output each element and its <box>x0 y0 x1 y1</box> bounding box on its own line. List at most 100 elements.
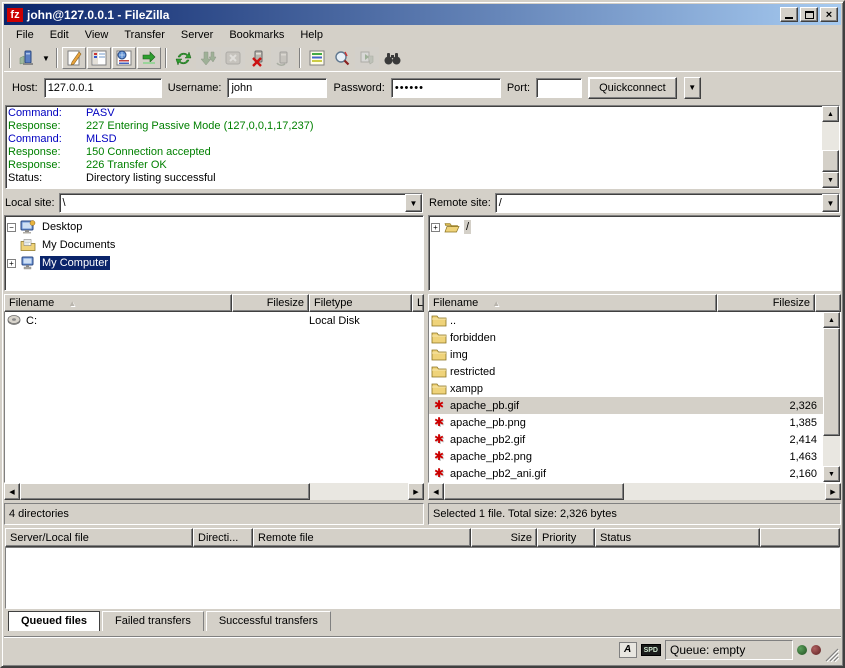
tree-item-root[interactable]: + / <box>431 218 838 236</box>
scroll-left-button[interactable]: ◀ <box>428 483 444 500</box>
scroll-thumb[interactable] <box>444 483 624 500</box>
toggle-remote-tree-button[interactable] <box>112 47 136 69</box>
menu-bookmarks[interactable]: Bookmarks <box>221 27 292 43</box>
local-file-row[interactable]: C: Local Disk <box>5 312 423 329</box>
expand-icon[interactable]: + <box>431 223 440 232</box>
scroll-up-button[interactable]: ▲ <box>823 312 840 328</box>
expand-icon[interactable]: + <box>7 259 16 268</box>
remote-tree-icon <box>116 50 132 66</box>
site-manager-button[interactable] <box>15 47 39 69</box>
remote-file-row[interactable]: restricted <box>429 363 823 380</box>
disconnect-button[interactable] <box>246 47 270 69</box>
tab-queued-files[interactable]: Queued files <box>8 611 100 631</box>
remote-site-combobox[interactable]: / ▼ <box>495 193 840 213</box>
port-input[interactable] <box>536 78 582 98</box>
menu-transfer[interactable]: Transfer <box>116 27 173 43</box>
title-bar[interactable]: fz john@127.0.0.1 - FileZilla × <box>4 4 841 25</box>
queue-status-text: Queue: empty <box>665 640 793 660</box>
log-line: Command:MLSD <box>8 133 820 146</box>
find-files-button[interactable] <box>380 47 404 69</box>
remote-horizontal-scrollbar[interactable]: ◀ ▶ <box>428 483 841 500</box>
speed-limit-indicator-icon[interactable]: SPD <box>641 644 661 656</box>
scroll-down-button[interactable]: ▼ <box>823 466 840 482</box>
chevron-down-icon: ▼ <box>410 199 418 208</box>
queue-list[interactable] <box>5 547 840 609</box>
remote-file-row[interactable]: ✱ apache_pb.png 1,385 <box>429 414 823 431</box>
menu-edit[interactable]: Edit <box>42 27 77 43</box>
column-header-filetype[interactable]: Filetype <box>309 294 412 312</box>
maximize-button[interactable] <box>800 7 818 22</box>
password-input[interactable] <box>391 78 501 98</box>
column-header-filename[interactable]: Filename▲ <box>428 294 717 312</box>
scroll-right-button[interactable]: ▶ <box>825 483 841 500</box>
scroll-down-button[interactable]: ▼ <box>822 172 839 188</box>
toggle-queue-button[interactable] <box>137 47 161 69</box>
local-site-combobox[interactable]: \ ▼ <box>59 193 423 213</box>
quickconnect-button[interactable]: Quickconnect <box>588 77 677 99</box>
local-site-dropdown[interactable]: ▼ <box>405 194 422 212</box>
remote-file-row[interactable]: ✱ apache_pb2.png 1,463 <box>429 448 823 465</box>
remote-file-row[interactable]: ✱ apache_pb2.gif 2,414 <box>429 431 823 448</box>
tab-successful-transfers[interactable]: Successful transfers <box>206 611 331 631</box>
collapse-icon[interactable]: − <box>7 223 16 232</box>
tree-item-my-computer[interactable]: + My Computer <box>7 254 421 272</box>
column-header-filesize[interactable]: Filesize <box>717 294 815 312</box>
process-queue-button[interactable] <box>196 47 220 69</box>
close-icon: × <box>826 10 832 20</box>
message-log-lines: Command:PASV Response:227 Entering Passi… <box>6 106 822 188</box>
remote-file-row[interactable]: xampp <box>429 380 823 397</box>
local-status-text: 4 directories <box>4 503 424 525</box>
site-manager-icon <box>19 50 36 67</box>
remote-file-row[interactable]: .. <box>429 312 823 329</box>
refresh-button[interactable] <box>171 47 195 69</box>
remote-vertical-scrollbar[interactable]: ▲ ▼ <box>823 312 840 482</box>
close-button[interactable]: × <box>820 7 838 22</box>
datatype-indicator-icon[interactable]: A <box>619 642 637 658</box>
remote-file-row-selected[interactable]: ✱ apache_pb.gif 2,326 <box>429 397 823 414</box>
scroll-thumb[interactable] <box>822 150 839 172</box>
local-horizontal-scrollbar[interactable]: ◀ ▶ <box>4 483 424 500</box>
column-header-filesize[interactable]: Filesize <box>232 294 309 312</box>
resize-grip[interactable] <box>825 648 839 662</box>
menu-server[interactable]: Server <box>173 27 221 43</box>
host-input[interactable] <box>44 78 162 98</box>
remote-file-row[interactable]: img <box>429 346 823 363</box>
directory-comparison-button[interactable] <box>330 47 354 69</box>
menu-view[interactable]: View <box>77 27 117 43</box>
remote-site-dropdown[interactable]: ▼ <box>822 194 839 212</box>
site-manager-dropdown[interactable]: ▼ <box>40 47 52 69</box>
cancel-operation-button[interactable] <box>221 47 245 69</box>
minimize-button[interactable] <box>780 7 798 22</box>
local-site-label: Local site: <box>5 197 55 209</box>
quickconnect-dropdown[interactable]: ▼ <box>684 77 701 99</box>
scroll-thumb[interactable] <box>20 483 310 500</box>
scroll-up-button[interactable]: ▲ <box>822 106 839 122</box>
tab-failed-transfers[interactable]: Failed transfers <box>102 611 204 631</box>
scroll-right-button[interactable]: ▶ <box>408 483 424 500</box>
column-header-server-local-file[interactable]: Server/Local file <box>5 528 193 547</box>
synchronized-browsing-button[interactable] <box>355 47 379 69</box>
column-header-direction[interactable]: Directi... <box>193 528 253 547</box>
column-header-last-modified[interactable]: L <box>412 294 424 312</box>
log-vertical-scrollbar[interactable]: ▲ ▼ <box>822 106 839 188</box>
toggle-local-tree-button[interactable] <box>87 47 111 69</box>
column-header-size[interactable]: Size <box>471 528 537 547</box>
column-header-status[interactable]: Status <box>595 528 760 547</box>
menu-help[interactable]: Help <box>292 27 331 43</box>
toolbar: ▼ <box>4 45 841 71</box>
directory-filter-button[interactable] <box>305 47 329 69</box>
comparison-icon <box>334 50 350 66</box>
reconnect-button[interactable] <box>271 47 295 69</box>
remote-file-row[interactable]: forbidden <box>429 329 823 346</box>
column-header-remote-file[interactable]: Remote file <box>253 528 471 547</box>
column-header-filename[interactable]: Filename▲ <box>4 294 232 312</box>
tree-item-desktop[interactable]: − Desktop <box>7 218 421 236</box>
menu-file[interactable]: File <box>8 27 42 43</box>
tree-item-my-documents[interactable]: My Documents <box>7 236 421 254</box>
column-header-priority[interactable]: Priority <box>537 528 595 547</box>
scroll-left-button[interactable]: ◀ <box>4 483 20 500</box>
toggle-message-log-button[interactable] <box>62 47 86 69</box>
remote-file-row[interactable]: ✱ apache_pb2_ani.gif 2,160 <box>429 465 823 482</box>
scroll-thumb[interactable] <box>823 328 840 436</box>
username-input[interactable] <box>227 78 327 98</box>
